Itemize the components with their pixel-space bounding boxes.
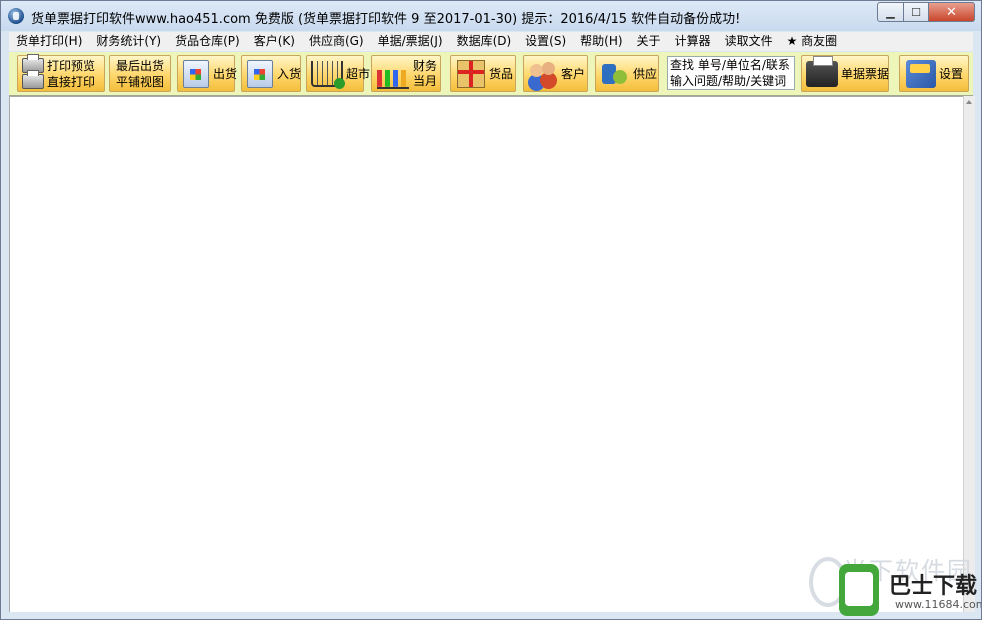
- last-shipment-button[interactable]: 最后出货: [116, 58, 164, 74]
- outbound-label: 出货: [213, 67, 238, 81]
- menu-item-settings[interactable]: 设置(S): [518, 32, 573, 51]
- menu-item-documents[interactable]: 单据/票据(J): [371, 32, 450, 51]
- phone-logo-icon: [839, 564, 879, 616]
- goods-button[interactable]: 货品: [450, 55, 516, 92]
- settings-icon: [906, 59, 936, 88]
- customer-button[interactable]: 客户: [523, 55, 588, 92]
- menu-item-invoice-print[interactable]: 货单打印(H): [9, 32, 89, 51]
- supermarket-label: 超市: [346, 67, 371, 81]
- print-button-group: 打印预览 直接打印: [17, 54, 105, 92]
- goods-label: 货品: [489, 67, 514, 81]
- document-tickets-button[interactable]: 单据票据: [801, 55, 889, 92]
- menu-item-database[interactable]: 数据库(D): [450, 32, 519, 51]
- maximize-button[interactable]: ☐: [904, 2, 929, 22]
- menu-item-read-file[interactable]: 读取文件: [718, 32, 780, 51]
- inbound-label: 入货: [277, 67, 302, 81]
- title-bar[interactable]: 货单票据打印软件www.hao451.com 免费版 (货单票据打印软件 9 至…: [1, 1, 981, 31]
- watermark-badge-url: www.11684.com: [895, 598, 982, 611]
- printer-icon: [806, 55, 838, 87]
- window-title: 货单票据打印软件www.hao451.com 免费版 (货单票据打印软件 9 至…: [31, 12, 741, 27]
- menu-item-help[interactable]: 帮助(H): [573, 32, 629, 51]
- main-content-area[interactable]: [9, 96, 965, 613]
- menu-item-supplier[interactable]: 供应商(G): [302, 32, 371, 51]
- app-window-icon: [183, 59, 209, 88]
- scroll-up-arrow-icon[interactable]: [966, 100, 972, 104]
- customer-label: 客户: [561, 67, 586, 81]
- gift-box-icon: [457, 59, 485, 88]
- watermark-badge: 巴士下载 www.11684.com: [837, 564, 982, 619]
- shopping-cart-icon: [311, 60, 345, 89]
- bar-chart-icon: [377, 58, 409, 89]
- direct-print-button[interactable]: 直接打印: [22, 70, 96, 90]
- app-window: 货单票据打印软件www.hao451.com 免费版 (货单票据打印软件 9 至…: [0, 0, 982, 620]
- finance-button[interactable]: 财务 当月: [371, 55, 441, 92]
- search-hint-line2: 输入问题/帮助/关键词: [670, 74, 787, 88]
- menu-item-customer[interactable]: 客户(K): [247, 32, 302, 51]
- app-globe-icon[interactable]: [8, 8, 24, 24]
- window-bottom-border: [1, 612, 981, 619]
- settings-label: 设置: [939, 67, 964, 81]
- vertical-scrollbar[interactable]: [963, 96, 975, 612]
- app-window-icon: [247, 59, 273, 88]
- print-preview-label: 打印预览: [47, 58, 96, 73]
- supplier-icon: [600, 60, 630, 88]
- tile-view-button[interactable]: 平铺视图: [116, 74, 164, 90]
- menu-bar: 货单打印(H) 财务统计(Y) 货品仓库(P) 客户(K) 供应商(G) 单据/…: [9, 32, 973, 51]
- printer-icon: [22, 70, 44, 89]
- search-hint-line1: 查找 单号/单位名/联系: [670, 58, 790, 72]
- menu-item-calculator[interactable]: 计算器: [668, 32, 718, 51]
- document-tickets-label: 单据票据: [841, 67, 890, 81]
- users-icon: [528, 60, 558, 88]
- search-input[interactable]: 查找 单号/单位名/联系 输入问题/帮助/关键词: [667, 56, 795, 90]
- watermark-badge-title: 巴士下载: [889, 574, 978, 599]
- outbound-button[interactable]: 出货: [177, 55, 238, 92]
- minimize-button[interactable]: ▁: [877, 2, 904, 22]
- supply-label: 供应: [633, 67, 658, 81]
- finance-label-line2: 当月: [413, 73, 438, 88]
- finance-label-line1: 财务: [413, 58, 438, 73]
- view-button-group: 最后出货 平铺视图: [109, 55, 171, 92]
- inbound-button[interactable]: 入货: [241, 55, 301, 92]
- close-button[interactable]: ✕: [929, 2, 975, 22]
- direct-print-label: 直接打印: [47, 74, 96, 89]
- menu-item-goods-warehouse[interactable]: 货品仓库(P): [168, 32, 247, 51]
- window-controls: ▁ ☐ ✕: [877, 2, 975, 22]
- menu-item-finance-stats[interactable]: 财务统计(Y): [89, 32, 168, 51]
- settings-button[interactable]: 设置: [899, 55, 969, 92]
- finance-label-group: 财务 当月: [413, 59, 437, 89]
- supply-button[interactable]: 供应: [595, 55, 659, 92]
- supermarket-button[interactable]: 超市: [306, 55, 370, 92]
- menu-item-business-circle[interactable]: ★ 商友圈: [780, 32, 845, 51]
- menu-item-about[interactable]: 关于: [630, 32, 668, 51]
- toolbar: 打印预览 直接打印 最后出货 平铺视图 出货 入货 超市 财务 当月 货品 客户…: [9, 52, 973, 96]
